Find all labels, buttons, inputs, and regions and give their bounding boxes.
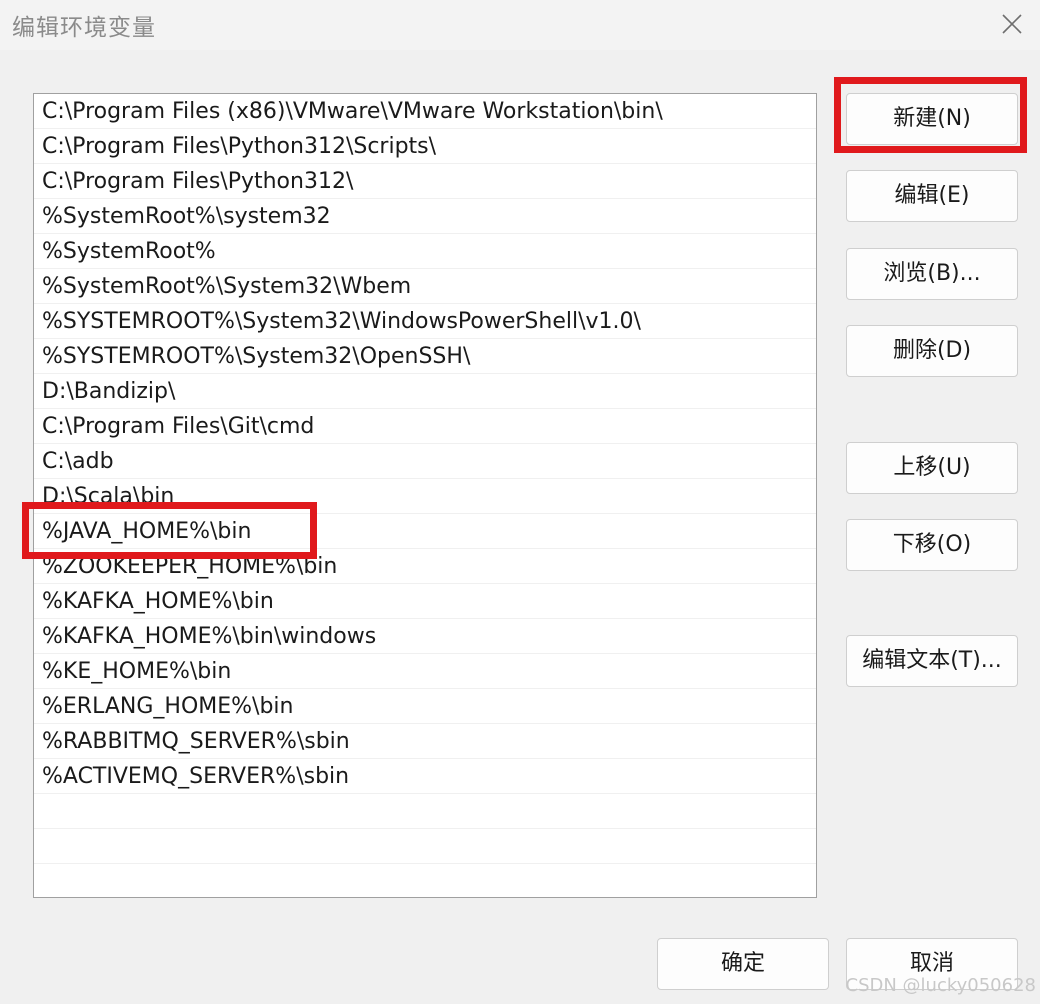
path-list[interactable]: C:\Program Files (x86)\VMware\VMware Wor… bbox=[33, 93, 817, 898]
path-list-item[interactable]: %SYSTEMROOT%\System32\OpenSSH\ bbox=[34, 339, 816, 374]
path-list-item[interactable]: %KAFKA_HOME%\bin\windows bbox=[34, 619, 816, 654]
watermark: CSDN @lucky050628 bbox=[845, 975, 1037, 996]
path-list-item[interactable]: %JAVA_HOME%\bin bbox=[34, 514, 816, 549]
path-list-item[interactable]: C:\Program Files (x86)\VMware\VMware Wor… bbox=[34, 94, 816, 129]
path-list-item[interactable]: %ACTIVEMQ_SERVER%\sbin bbox=[34, 759, 816, 794]
path-list-item-empty[interactable] bbox=[34, 794, 816, 829]
dialog-title: 编辑环境变量 bbox=[12, 15, 156, 41]
path-list-item[interactable]: C:\Program Files\Python312\ bbox=[34, 164, 816, 199]
path-list-item[interactable]: %SystemRoot%\system32 bbox=[34, 199, 816, 234]
delete-button[interactable]: 删除(D) bbox=[846, 325, 1018, 377]
path-list-item[interactable]: %SystemRoot%\System32\Wbem bbox=[34, 269, 816, 304]
path-list-item[interactable]: %SystemRoot% bbox=[34, 234, 816, 269]
close-button[interactable] bbox=[992, 6, 1032, 42]
path-list-item[interactable]: D:\Bandizip\ bbox=[34, 374, 816, 409]
path-list-item[interactable]: %ZOOKEEPER_HOME%\bin bbox=[34, 549, 816, 584]
move-down-button[interactable]: 下移(O) bbox=[846, 519, 1018, 571]
path-list-item[interactable]: C:\Program Files\Git\cmd bbox=[34, 409, 816, 444]
path-list-item-empty[interactable] bbox=[34, 829, 816, 864]
path-list-item-empty[interactable] bbox=[34, 864, 816, 897]
new-button[interactable]: 新建(N) bbox=[846, 93, 1018, 145]
path-list-item[interactable]: %RABBITMQ_SERVER%\sbin bbox=[34, 724, 816, 759]
path-list-item[interactable]: %KAFKA_HOME%\bin bbox=[34, 584, 816, 619]
path-list-item[interactable]: C:\Program Files\Python312\Scripts\ bbox=[34, 129, 816, 164]
move-up-button[interactable]: 上移(U) bbox=[846, 442, 1018, 494]
path-list-item[interactable]: C:\adb bbox=[34, 444, 816, 479]
path-list-item[interactable]: %ERLANG_HOME%\bin bbox=[34, 689, 816, 724]
close-icon bbox=[1002, 14, 1022, 34]
path-list-item[interactable]: D:\Scala\bin bbox=[34, 479, 816, 514]
edit-button[interactable]: 编辑(E) bbox=[846, 170, 1018, 222]
ok-button[interactable]: 确定 bbox=[657, 938, 829, 990]
edit-text-button[interactable]: 编辑文本(T)... bbox=[846, 635, 1018, 687]
browse-button[interactable]: 浏览(B)... bbox=[846, 248, 1018, 300]
edit-env-var-dialog: 编辑环境变量 C:\Program Files (x86)\VMware\VMw… bbox=[0, 0, 1040, 1004]
title-bar: 编辑环境变量 bbox=[0, 0, 1040, 50]
path-list-item[interactable]: %SYSTEMROOT%\System32\WindowsPowerShell\… bbox=[34, 304, 816, 339]
path-list-item[interactable]: %KE_HOME%\bin bbox=[34, 654, 816, 689]
